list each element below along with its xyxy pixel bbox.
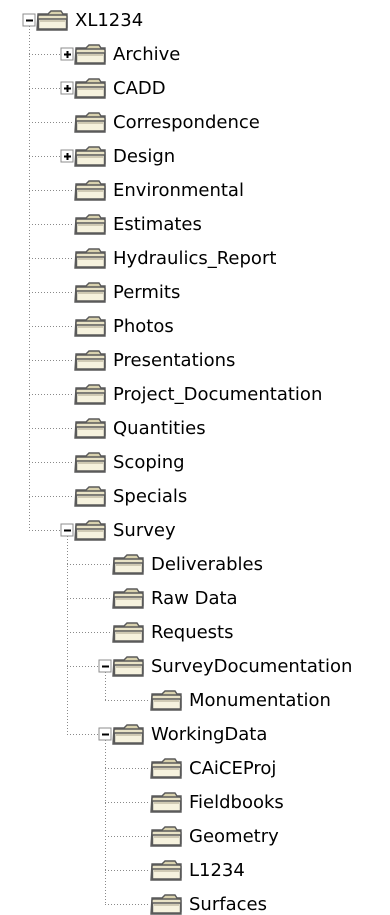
- folder-icon: [74, 44, 106, 65]
- tree-node-label[interactable]: XL1234: [75, 10, 143, 31]
- folder-tree: XL1234 Archive CADD Correspondence Design Env…: [22, 10, 352, 915]
- folder-icon: [74, 248, 106, 269]
- tree-node-label[interactable]: Survey: [113, 520, 176, 541]
- tree-node-scoping[interactable]: Scoping: [74, 452, 185, 473]
- tree-node-label[interactable]: Project_Documentation: [113, 384, 322, 405]
- collapse-toggle-icon[interactable]: [98, 659, 112, 673]
- tree-nodes: XL1234 Archive CADD Correspondence Design Env…: [22, 10, 352, 915]
- tree-node-permits[interactable]: Permits: [74, 282, 180, 303]
- tree-node-workingdata[interactable]: WorkingData: [98, 724, 267, 745]
- tree-node-label[interactable]: Hydraulics_Report: [113, 248, 276, 269]
- collapse-toggle-icon[interactable]: [60, 523, 74, 537]
- tree-node-presentations[interactable]: Presentations: [74, 350, 235, 371]
- expand-toggle-icon[interactable]: [60, 81, 74, 95]
- collapse-toggle-icon[interactable]: [98, 727, 112, 741]
- tree-node-label[interactable]: WorkingData: [151, 724, 267, 745]
- folder-icon: [74, 282, 106, 303]
- tree-node-surveydocumentation[interactable]: SurveyDocumentation: [98, 656, 352, 677]
- folder-icon: [74, 180, 106, 201]
- folder-icon: [74, 112, 106, 133]
- tree-node-label[interactable]: Archive: [113, 44, 180, 65]
- folder-icon: [74, 350, 106, 371]
- folder-icon: [150, 860, 182, 881]
- tree-node-geometry[interactable]: Geometry: [150, 826, 279, 847]
- tree-node-monumentation[interactable]: Monumentation: [150, 690, 331, 711]
- tree-node-cadd[interactable]: CADD: [60, 78, 166, 99]
- tree-node-label[interactable]: Estimates: [113, 214, 202, 235]
- tree-node-label[interactable]: Raw Data: [151, 588, 238, 609]
- folder-icon: [150, 826, 182, 847]
- tree-node-label[interactable]: Photos: [113, 316, 174, 337]
- tree-node-estimates[interactable]: Estimates: [74, 214, 202, 235]
- folder-icon: [150, 690, 182, 711]
- tree-node-caiceproj[interactable]: CAiCEProj: [150, 758, 276, 779]
- collapse-toggle-icon[interactable]: [22, 13, 36, 27]
- folder-icon: [150, 792, 182, 813]
- tree-node-environmental[interactable]: Environmental: [74, 180, 244, 201]
- tree-node-label[interactable]: Environmental: [113, 180, 244, 201]
- tree-node-survey[interactable]: Survey: [60, 520, 176, 541]
- folder-icon: [112, 554, 144, 575]
- tree-node-design[interactable]: Design: [60, 146, 175, 167]
- folder-icon: [74, 214, 106, 235]
- tree-node-label[interactable]: Fieldbooks: [189, 792, 284, 813]
- tree-node-xl1234[interactable]: XL1234: [22, 10, 143, 31]
- folder-icon: [74, 452, 106, 473]
- tree-node-label[interactable]: Correspondence: [113, 112, 260, 133]
- folder-icon: [150, 758, 182, 779]
- tree-node-raw-data[interactable]: Raw Data: [112, 588, 238, 609]
- tree-node-l1234[interactable]: L1234: [150, 860, 245, 881]
- tree-node-label[interactable]: Surfaces: [189, 894, 267, 915]
- expand-toggle-icon[interactable]: [60, 47, 74, 61]
- folder-icon: [74, 520, 106, 541]
- folder-icon: [150, 894, 182, 915]
- folder-icon: [74, 486, 106, 507]
- tree-node-surfaces[interactable]: Surfaces: [150, 894, 267, 915]
- folder-icon: [74, 146, 106, 167]
- tree-node-label[interactable]: Monumentation: [189, 690, 331, 711]
- tree-node-label[interactable]: Quantities: [113, 418, 206, 439]
- tree-node-requests[interactable]: Requests: [112, 622, 234, 643]
- tree-node-correspondence[interactable]: Correspondence: [74, 112, 260, 133]
- tree-node-project-documentation[interactable]: Project_Documentation: [74, 384, 322, 405]
- folder-icon: [74, 384, 106, 405]
- folder-icon: [74, 78, 106, 99]
- tree-node-quantities[interactable]: Quantities: [74, 418, 206, 439]
- expand-toggle-icon[interactable]: [60, 149, 74, 163]
- tree-node-photos[interactable]: Photos: [74, 316, 174, 337]
- tree-node-label[interactable]: CADD: [113, 78, 166, 99]
- folder-icon: [112, 656, 144, 677]
- tree-node-label[interactable]: Deliverables: [151, 554, 263, 575]
- tree-node-specials[interactable]: Specials: [74, 486, 187, 507]
- tree-node-label[interactable]: Specials: [113, 486, 187, 507]
- tree-node-deliverables[interactable]: Deliverables: [112, 554, 263, 575]
- folder-icon: [112, 724, 144, 745]
- tree-node-label[interactable]: Presentations: [113, 350, 235, 371]
- tree-node-archive[interactable]: Archive: [60, 44, 180, 65]
- tree-node-label[interactable]: Design: [113, 146, 175, 167]
- tree-node-label[interactable]: L1234: [189, 860, 245, 881]
- tree-node-fieldbooks[interactable]: Fieldbooks: [150, 792, 284, 813]
- tree-node-label[interactable]: SurveyDocumentation: [151, 656, 352, 677]
- folder-icon: [112, 622, 144, 643]
- tree-node-label[interactable]: CAiCEProj: [189, 758, 276, 779]
- tree-node-label[interactable]: Geometry: [189, 826, 279, 847]
- tree-node-label[interactable]: Requests: [151, 622, 234, 643]
- tree-node-label[interactable]: Permits: [113, 282, 180, 303]
- folder-icon: [74, 418, 106, 439]
- folder-icon: [112, 588, 144, 609]
- tree-node-label[interactable]: Scoping: [113, 452, 185, 473]
- folder-icon: [36, 10, 68, 31]
- tree-node-hydraulics-report[interactable]: Hydraulics_Report: [74, 248, 276, 269]
- folder-icon: [74, 316, 106, 337]
